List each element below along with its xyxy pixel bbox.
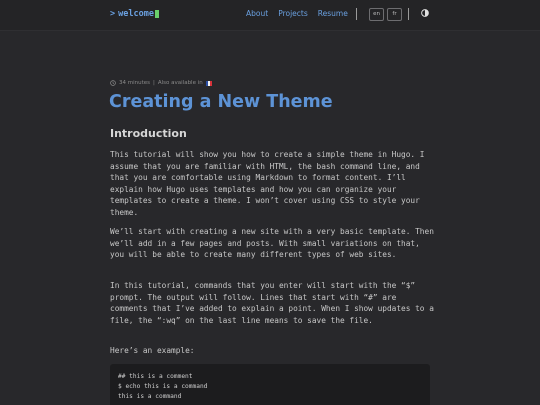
clock-icon — [110, 80, 116, 86]
code-block: ## this is a comment $ echo this is a co… — [110, 364, 430, 405]
paragraph-example: Here’s an example: — [110, 346, 195, 355]
site-logo[interactable]: > welcome — [110, 9, 159, 19]
post-meta: 34 minutes | Also available in — [110, 80, 212, 86]
section-heading: Introduction — [110, 127, 187, 140]
code-line: $ echo this is a command — [118, 383, 208, 390]
toggle-divider — [408, 8, 409, 20]
language-switcher: en fr — [369, 8, 402, 21]
nav-about-link[interactable]: About — [246, 9, 268, 18]
paragraph-start: We’ll start with creating a new site wit… — [110, 227, 434, 259]
logo-text: welcome — [118, 9, 154, 19]
also-available-label: Also available in — [157, 80, 203, 86]
reading-time: 34 minutes — [119, 80, 151, 86]
nav-divider — [356, 8, 357, 20]
nav-resume-link[interactable]: Resume — [318, 9, 348, 18]
half-circle-icon[interactable] — [421, 9, 429, 17]
french-flag-icon[interactable] — [205, 80, 212, 86]
language-en-button[interactable]: en — [369, 8, 384, 21]
logo-prompt: > — [110, 9, 116, 19]
page-title: Creating a New Theme — [109, 92, 333, 112]
code-line: this is a command — [118, 393, 182, 400]
nav-projects-link[interactable]: Projects — [278, 9, 308, 18]
paragraph-commands: In this tutorial, commands that you ente… — [110, 281, 434, 325]
site-header: > welcome About Projects Resume en fr — [0, 0, 540, 31]
cursor-icon — [154, 10, 159, 18]
meta-separator: | — [153, 80, 155, 86]
language-fr-button[interactable]: fr — [387, 8, 402, 21]
code-line: ## this is a comment — [118, 373, 193, 380]
main-nav: About Projects Resume — [246, 9, 348, 18]
paragraph-intro: This tutorial will show you how to creat… — [110, 150, 425, 217]
